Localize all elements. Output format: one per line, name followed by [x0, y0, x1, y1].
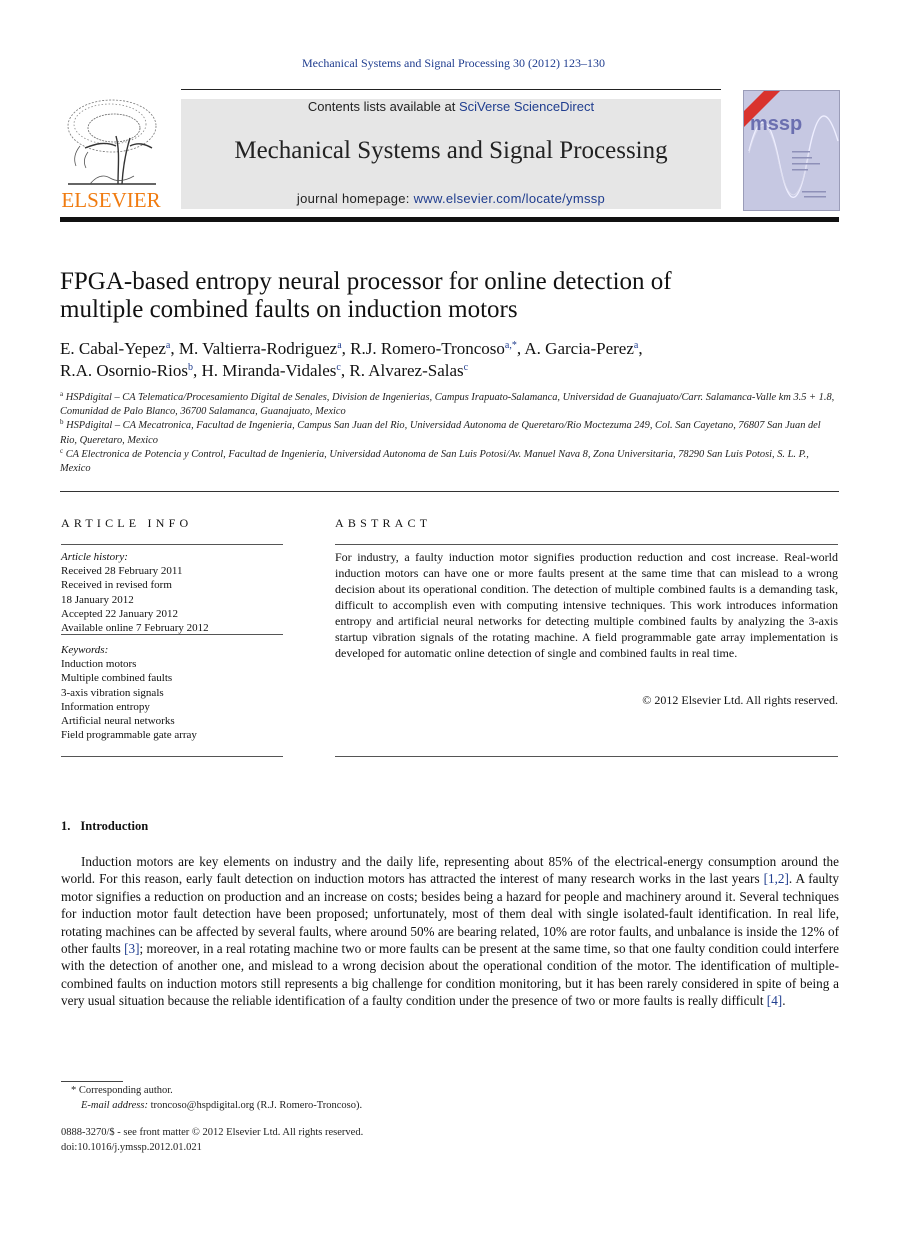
- affiliation-mark[interactable]: a,*: [505, 340, 517, 351]
- journal-cover-thumbnail: mssp: [743, 90, 840, 211]
- article-info-heading: ARTICLE INFO: [61, 516, 193, 530]
- divider: [60, 491, 839, 492]
- email-address[interactable]: troncoso@hspdigital.org (R.J. Romero-Tro…: [148, 1100, 363, 1111]
- section-title: Introduction: [80, 819, 149, 833]
- contents-prefix: Contents lists available at: [307, 99, 459, 114]
- history-item: Received 28 February 2011: [61, 565, 183, 578]
- masthead-top-rule: [181, 89, 721, 90]
- affiliation-item: b HSPdigital – CA Mecatronica, Facultad …: [60, 418, 821, 446]
- abstract-copyright: © 2012 Elsevier Ltd. All rights reserved…: [642, 693, 838, 707]
- author: H. Miranda-Vidalesc,: [201, 361, 350, 380]
- section-number: 1.: [61, 819, 71, 833]
- section-heading-introduction: 1. Introduction: [61, 819, 148, 834]
- footnote-rule: [61, 1081, 123, 1082]
- keyword-item: Field programmable gate array: [61, 729, 197, 742]
- homepage-line: journal homepage: www.elsevier.com/locat…: [181, 191, 721, 206]
- author: M. Valtierra-Rodrigueza,: [178, 339, 351, 358]
- elsevier-wordmark: ELSEVIER: [61, 188, 161, 212]
- front-matter-info: 0888-3270/$ - see front matter © 2012 El…: [61, 1126, 661, 1155]
- keywords: Keywords: Induction motors Multiple comb…: [61, 643, 283, 742]
- history-item: Accepted 22 January 2012: [61, 607, 178, 620]
- issn-line: 0888-3270/$ - see front matter © 2012 El…: [61, 1127, 364, 1138]
- cover-title: mssp: [750, 113, 803, 135]
- keyword-item: 3-axis vibration signals: [61, 686, 164, 699]
- tree-icon: [67, 99, 157, 185]
- sciencedirect-link[interactable]: SciVerse ScienceDirect: [459, 99, 594, 114]
- introduction-paragraph: Induction motors are key elements on ind…: [61, 854, 840, 1009]
- footnotes: * Corresponding author. E-mail address: …: [61, 1084, 661, 1113]
- history-item: Received in revised form: [61, 579, 172, 592]
- masthead-banner: Contents lists available at SciVerse Sci…: [181, 99, 721, 209]
- keyword-item: Multiple combined faults: [61, 672, 173, 685]
- citation-link[interactable]: [1,2]: [764, 871, 789, 886]
- article-title-line-1: FPGA-based entropy neural processor for …: [60, 268, 672, 295]
- history-item: 18 January 2012: [61, 593, 134, 606]
- history-label: Article history:: [61, 551, 128, 563]
- running-head[interactable]: Mechanical Systems and Signal Processing…: [0, 56, 907, 71]
- corresponding-author-note: * Corresponding author.: [71, 1085, 173, 1096]
- journal-title: Mechanical Systems and Signal Processing: [234, 137, 668, 164]
- author: A. Garcia-Pereza,: [524, 339, 643, 358]
- keyword-item: Artificial neural networks: [61, 715, 175, 728]
- abstract-heading: ABSTRACT: [335, 516, 432, 530]
- email-note: E-mail address: troncoso@hspdigital.org …: [61, 1099, 661, 1114]
- article-title: FPGA-based entropy neural processor for …: [60, 268, 840, 324]
- divider: [335, 756, 838, 757]
- author: R.A. Osornio-Riosb,: [60, 361, 202, 380]
- divider: [335, 544, 838, 545]
- affiliations: a HSPdigital – CA Telematica/Procesamien…: [60, 391, 840, 476]
- citation-link[interactable]: [3]: [124, 941, 139, 956]
- keyword-item: Induction motors: [61, 658, 137, 671]
- author: E. Cabal-Yepeza,: [60, 339, 179, 358]
- affiliation-item: c CA Electronica de Potencia y Control, …: [60, 446, 809, 475]
- doi-line[interactable]: doi:10.1016/j.ymssp.2012.01.021: [61, 1141, 661, 1156]
- divider: [61, 544, 283, 545]
- article-history: Article history: Received 28 February 20…: [61, 550, 283, 635]
- keywords-label: Keywords:: [61, 644, 109, 656]
- journal-homepage-link[interactable]: www.elsevier.com/locate/ymssp: [414, 191, 605, 206]
- affiliation-item: a HSPdigital – CA Telematica/Procesamien…: [60, 390, 835, 418]
- cover-artwork: [744, 91, 839, 198]
- affiliation-mark[interactable]: c: [464, 362, 468, 373]
- keyword-item: Information entropy: [61, 700, 150, 713]
- author: R. Alvarez-Salasc: [349, 361, 469, 380]
- divider: [61, 634, 283, 635]
- abstract-text: For industry, a faulty induction motor s…: [335, 550, 838, 660]
- email-label: E-mail address:: [81, 1099, 148, 1111]
- divider: [61, 756, 283, 757]
- author: R.J. Romero-Troncosoa,*,: [350, 339, 525, 358]
- contents-line: Contents lists available at SciVerse Sci…: [181, 99, 721, 114]
- author-list: E. Cabal-Yepeza, M. Valtierra-Rodrigueza…: [60, 338, 840, 382]
- article-title-line-2: multiple combined faults on induction mo…: [60, 296, 518, 323]
- citation-link[interactable]: [4]: [767, 993, 782, 1008]
- masthead-bottom-rule: [60, 217, 839, 222]
- homepage-prefix: journal homepage:: [296, 191, 414, 206]
